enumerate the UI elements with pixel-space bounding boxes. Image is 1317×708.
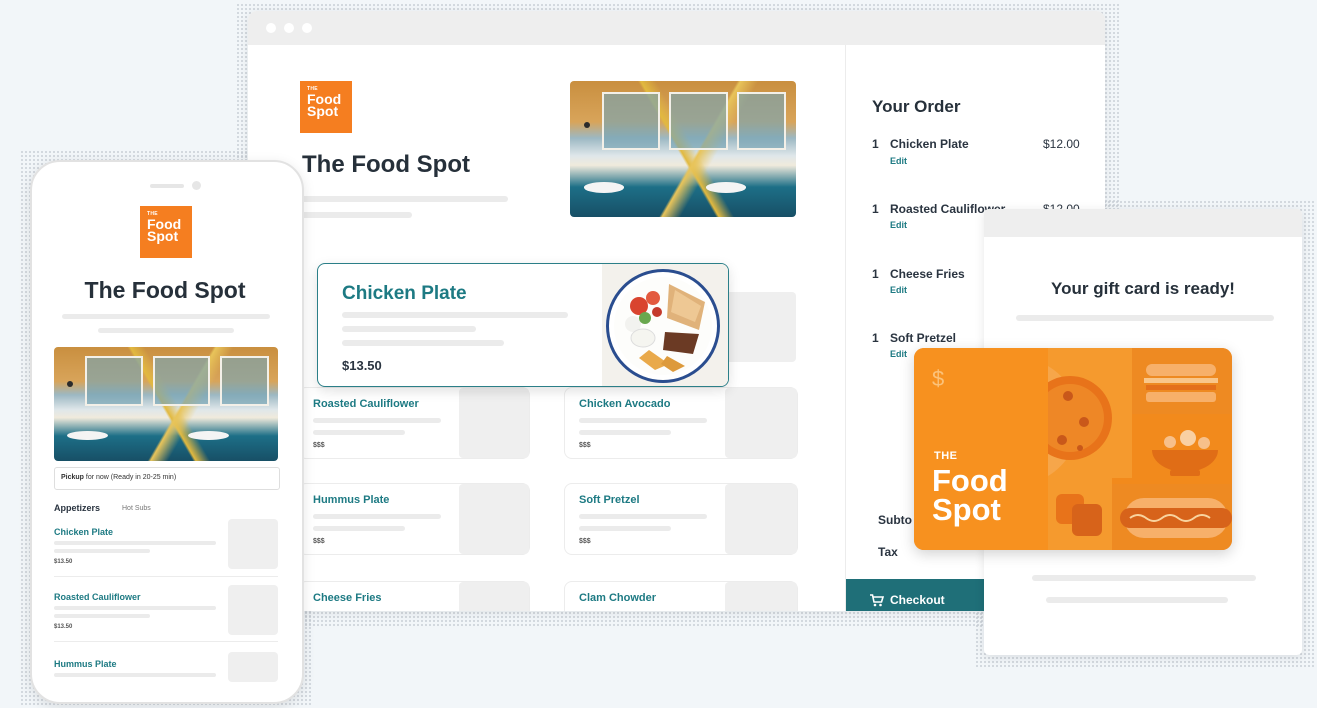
tax-label: Tax [878, 545, 898, 559]
gift-text-placeholder [1016, 315, 1274, 321]
order-item-edit-link[interactable]: Edit [890, 285, 907, 295]
order-item: 1 Chicken Plate [872, 137, 969, 151]
order-item: 1 Cheese Fries [872, 267, 965, 281]
brand-logo-mobile: THE Food Spot [140, 206, 192, 258]
menu-card-price: $$$ [313, 538, 325, 545]
mobile-menu-item-name[interactable]: Roasted Cauliflower [54, 592, 141, 602]
restaurant-hero-image-mobile [54, 347, 278, 461]
gift-card[interactable]: $ THE Food Spot [914, 348, 1232, 550]
menu-card[interactable]: Hummus Plate $$$ [298, 483, 530, 555]
gift-card-word-2: Spot [932, 492, 1001, 528]
featured-menu-card[interactable]: Chicken Plate $13.50 [317, 263, 729, 387]
menu-card-name: Clam Chowder [579, 592, 657, 604]
order-item-edit-link[interactable]: Edit [890, 349, 907, 359]
phone-camera [192, 181, 201, 190]
menu-card[interactable]: Roasted Cauliflower $$$ [298, 387, 530, 459]
menu-card[interactable]: Cheese Fries [298, 581, 530, 611]
featured-desc-placeholder-3 [342, 340, 504, 346]
checkout-label: Checkout [890, 593, 945, 607]
subtotal-label: Subto [878, 513, 912, 527]
order-item-qty: 1 [872, 202, 879, 216]
menu-card-price: $$$ [579, 538, 591, 545]
order-item: 1 Soft Pretzel [872, 331, 956, 345]
tab-appetizers[interactable]: Appetizers [54, 503, 100, 513]
menu-card-name: Roasted Cauliflower [313, 398, 419, 410]
menu-card-name: Chicken Avocado [579, 398, 671, 410]
gift-text-placeholder-3 [1046, 597, 1228, 603]
pickup-selector[interactable]: Pickup for now (Ready in 20-25 min) [54, 467, 280, 490]
subtitle-placeholder-2 [300, 212, 412, 218]
menu-card-name: Hummus Plate [313, 494, 390, 506]
featured-desc-placeholder-2 [342, 326, 476, 332]
order-item-price: $12.00 [1043, 137, 1080, 151]
mobile-item-image-placeholder [228, 652, 278, 682]
menu-card-price: $$$ [313, 442, 325, 449]
order-item-name: Cheese Fries [890, 267, 965, 281]
gift-card-ready-title: Your gift card is ready! [1051, 279, 1235, 298]
gift-card-currency: $ [932, 366, 945, 391]
window-dot-1[interactable] [266, 23, 276, 33]
gift-window-title-bar [984, 209, 1302, 237]
brand-logo: THE Food Spot [300, 81, 352, 133]
featured-food-image [602, 264, 728, 386]
gift-text-placeholder-2 [1032, 575, 1256, 581]
gift-card-word-1: Food [932, 463, 1008, 498]
mobile-menu-item-price: $13.50 [54, 559, 73, 565]
featured-item-name: Chicken Plate [342, 283, 467, 304]
menu-card-price: $$$ [579, 442, 591, 449]
order-item-qty: 1 [872, 267, 879, 281]
food-illustration-icon [1048, 348, 1232, 550]
mobile-item-image-placeholder [228, 585, 278, 635]
order-item-qty: 1 [872, 331, 879, 345]
restaurant-hero-image [570, 81, 796, 217]
mobile-menu-item-price: $13.50 [54, 624, 73, 630]
menu-card[interactable]: Soft Pretzel $$$ [564, 483, 798, 555]
logo-word-2: Spot [307, 103, 339, 120]
restaurant-title-mobile: The Food Spot [84, 277, 246, 303]
menu-card-name: Cheese Fries [313, 592, 382, 604]
tab-hot-subs[interactable]: Hot Subs [122, 505, 151, 512]
order-item-name: Soft Pretzel [890, 331, 957, 345]
order-item-edit-link[interactable]: Edit [890, 156, 907, 166]
menu-card-image-placeholder [722, 292, 796, 362]
order-title: Your Order [872, 97, 961, 116]
order-item-edit-link[interactable]: Edit [890, 220, 907, 230]
order-item-qty: 1 [872, 137, 879, 151]
browser-title-bar [248, 11, 1105, 45]
featured-desc-placeholder [342, 312, 568, 318]
mobile-item-image-placeholder [228, 519, 278, 569]
phone-speaker [150, 184, 184, 188]
gift-card-the: THE [934, 450, 958, 462]
cart-icon [870, 594, 884, 607]
subtitle-placeholder [62, 314, 270, 319]
mobile-menu-item-name[interactable]: Hummus Plate [54, 659, 117, 669]
menu-card[interactable]: Clam Chowder [564, 581, 798, 611]
logo-word-2: Spot [147, 228, 179, 245]
subtitle-placeholder-2 [98, 328, 234, 333]
gift-card-brand: Food Spot [932, 463, 1008, 528]
menu-card-name: Soft Pretzel [579, 494, 640, 506]
mobile-phone-frame: THE Food Spot The Food Spot Pickup for n… [30, 160, 304, 704]
restaurant-title: The Food Spot [302, 151, 470, 178]
pickup-mode: Pickup [61, 474, 84, 481]
window-dot-3[interactable] [302, 23, 312, 33]
mobile-menu-item-name[interactable]: Chicken Plate [54, 527, 113, 537]
featured-item-price: $13.50 [342, 358, 382, 373]
window-dot-2[interactable] [284, 23, 294, 33]
order-item-name: Chicken Plate [890, 137, 969, 151]
subtitle-placeholder [300, 196, 508, 202]
menu-card[interactable]: Chicken Avocado $$$ [564, 387, 798, 459]
pickup-time: for now (Ready in 20-25 min) [83, 474, 177, 481]
